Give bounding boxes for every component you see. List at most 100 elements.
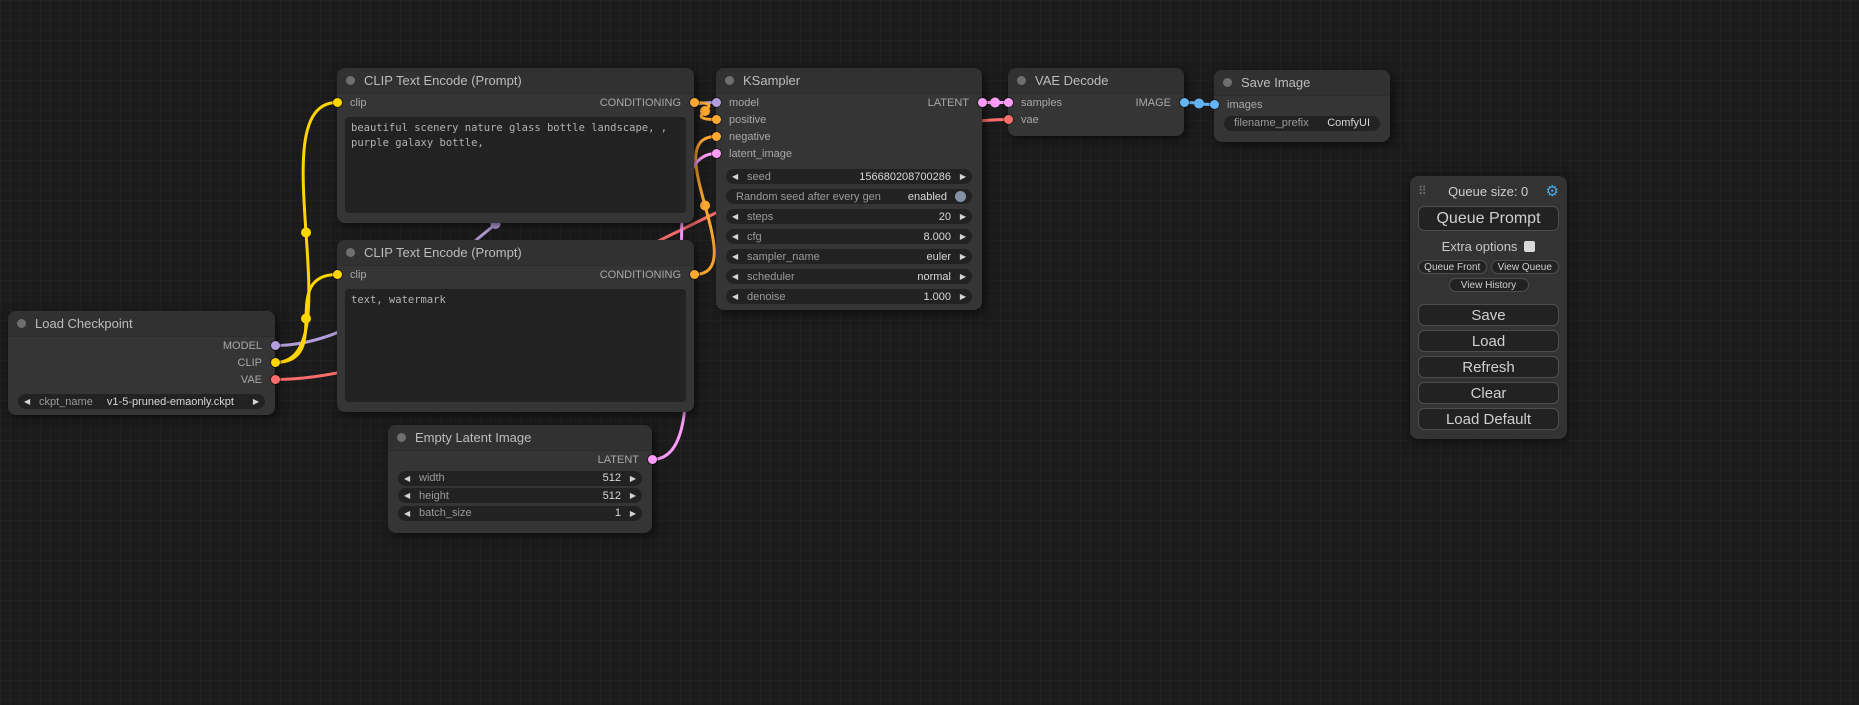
queue-prompt-button[interactable]: Queue Prompt	[1418, 206, 1559, 231]
prev-value-arrow-icon[interactable]: ◀	[732, 252, 743, 261]
next-value-arrow-icon[interactable]: ▶	[955, 212, 966, 221]
next-value-arrow-icon[interactable]: ▶	[955, 232, 966, 241]
node-title-bar[interactable]: CLIP Text Encode (Prompt)	[337, 240, 694, 266]
prev-value-arrow-icon[interactable]: ◀	[732, 172, 743, 181]
widget-filename-prefix[interactable]: filename_prefix ComfyUI	[1224, 116, 1380, 131]
input-row: vae	[1008, 111, 1184, 128]
widget-height[interactable]: ◀ height 512 ▶	[398, 488, 642, 503]
widget-sampler-name[interactable]: ◀ sampler_name euler ▶	[726, 249, 972, 264]
collapse-dot-icon[interactable]	[346, 76, 355, 85]
widget-scheduler[interactable]: ◀ scheduler normal ▶	[726, 269, 972, 284]
node-title-bar[interactable]: VAE Decode	[1008, 68, 1184, 94]
collapse-dot-icon[interactable]	[346, 248, 355, 257]
load-checkpoint-model-output-port[interactable]	[271, 341, 280, 350]
prev-value-arrow-icon[interactable]: ◀	[732, 292, 743, 301]
latent-output-port[interactable]	[978, 98, 987, 107]
negative-prompt-textarea[interactable]: text, watermark	[345, 289, 686, 402]
prev-value-arrow-icon[interactable]: ◀	[404, 491, 415, 500]
next-value-arrow-icon[interactable]: ▶	[248, 397, 259, 406]
vae-input-port[interactable]	[1004, 115, 1013, 124]
collapse-dot-icon[interactable]	[397, 433, 406, 442]
next-value-arrow-icon[interactable]: ▶	[955, 292, 966, 301]
node-clip-text-encode-positive[interactable]: CLIP Text Encode (Prompt) clip CONDITION…	[337, 68, 694, 223]
widget-label: cfg	[747, 231, 762, 243]
next-value-arrow-icon[interactable]: ▶	[955, 172, 966, 181]
prev-value-arrow-icon[interactable]: ◀	[404, 474, 415, 483]
prev-value-arrow-icon[interactable]: ◀	[732, 232, 743, 241]
widget-value: 20	[939, 211, 951, 223]
node-title-label: Load Checkpoint	[35, 316, 133, 331]
widget-width[interactable]: ◀ width 512 ▶	[398, 471, 642, 486]
node-title-bar[interactable]: Save Image	[1214, 70, 1390, 96]
node-graph-canvas[interactable]: Load Checkpoint MODEL CLIP VAE ◀ ckpt_na…	[0, 0, 1859, 705]
latent-output-port[interactable]	[648, 455, 657, 464]
node-empty-latent-image[interactable]: Empty Latent Image LATENT ◀ width 512 ▶ …	[388, 425, 652, 533]
widget-denoise[interactable]: ◀ denoise 1.000 ▶	[726, 289, 972, 304]
node-title-bar[interactable]: Empty Latent Image	[388, 425, 652, 451]
queue-front-button[interactable]: Queue Front	[1418, 260, 1487, 274]
load-button[interactable]: Load	[1418, 330, 1559, 352]
output-row: LATENT	[388, 451, 652, 468]
collapse-dot-icon[interactable]	[1017, 76, 1026, 85]
node-clip-text-encode-negative[interactable]: CLIP Text Encode (Prompt) clip CONDITION…	[337, 240, 694, 412]
prev-value-arrow-icon[interactable]: ◀	[24, 397, 35, 406]
node-title-label: VAE Decode	[1035, 73, 1108, 88]
node-vae-decode[interactable]: VAE Decode samples IMAGE vae	[1008, 68, 1184, 136]
refresh-button[interactable]: Refresh	[1418, 356, 1559, 378]
node-title-bar[interactable]: Load Checkpoint	[8, 311, 275, 337]
node-title-bar[interactable]: CLIP Text Encode (Prompt)	[337, 68, 694, 94]
node-load-checkpoint[interactable]: Load Checkpoint MODEL CLIP VAE ◀ ckpt_na…	[8, 311, 275, 415]
negative-input-port[interactable]	[712, 132, 721, 141]
input-label-clip: clip	[350, 269, 367, 281]
widget-batch-size[interactable]: ◀ batch_size 1 ▶	[398, 506, 642, 521]
settings-gear-icon[interactable]: ⚙	[1546, 182, 1559, 200]
node-ksampler[interactable]: KSampler model LATENT positive negative …	[716, 68, 982, 310]
next-value-arrow-icon[interactable]: ▶	[955, 252, 966, 261]
view-queue-button[interactable]: View Queue	[1491, 260, 1560, 274]
load-checkpoint-clip-output-port[interactable]	[271, 358, 280, 367]
prev-value-arrow-icon[interactable]: ◀	[404, 509, 415, 518]
samples-input-port[interactable]	[1004, 98, 1013, 107]
next-value-arrow-icon[interactable]: ▶	[625, 509, 636, 518]
load-default-button[interactable]: Load Default	[1418, 408, 1559, 430]
widget-seed[interactable]: ◀ seed 156680208700286 ▶	[726, 169, 972, 184]
positive-input-port[interactable]	[712, 115, 721, 124]
image-output-port[interactable]	[1180, 98, 1189, 107]
toggle-knob-icon[interactable]	[955, 191, 966, 202]
collapse-dot-icon[interactable]	[17, 319, 26, 328]
link-clip-to-negative-prompt	[275, 275, 337, 363]
extra-options-label: Extra options	[1442, 239, 1518, 254]
widget-cfg[interactable]: ◀ cfg 8.000 ▶	[726, 229, 972, 244]
save-button[interactable]: Save	[1418, 304, 1559, 326]
link-midpoint-dot	[301, 314, 311, 324]
next-value-arrow-icon[interactable]: ▶	[625, 474, 636, 483]
prev-value-arrow-icon[interactable]: ◀	[732, 212, 743, 221]
conditioning-output-port[interactable]	[690, 270, 699, 279]
extra-options-checkbox[interactable]	[1524, 241, 1535, 252]
widget-ckpt-name[interactable]: ◀ ckpt_name v1-5-pruned-emaonly.ckpt ▶	[18, 394, 265, 409]
widget-label: denoise	[747, 291, 786, 303]
collapse-dot-icon[interactable]	[725, 76, 734, 85]
node-title-bar[interactable]: KSampler	[716, 68, 982, 94]
model-input-port[interactable]	[712, 98, 721, 107]
input-label-images: images	[1227, 99, 1262, 111]
images-input-port[interactable]	[1210, 100, 1219, 109]
view-history-button[interactable]: View History	[1449, 278, 1529, 292]
widget-seed-control[interactable]: Random seed after every gen enabled	[726, 189, 972, 204]
node-save-image[interactable]: Save Image images filename_prefix ComfyU…	[1214, 70, 1390, 142]
prev-value-arrow-icon[interactable]: ◀	[732, 272, 743, 281]
widget-steps[interactable]: ◀ steps 20 ▶	[726, 209, 972, 224]
next-value-arrow-icon[interactable]: ▶	[625, 491, 636, 500]
clip-input-port[interactable]	[333, 270, 342, 279]
clear-button[interactable]: Clear	[1418, 382, 1559, 404]
next-value-arrow-icon[interactable]: ▶	[955, 272, 966, 281]
conditioning-output-port[interactable]	[690, 98, 699, 107]
clip-input-port[interactable]	[333, 98, 342, 107]
output-label-clip: CLIP	[238, 357, 262, 369]
latent-image-input-port[interactable]	[712, 149, 721, 158]
drag-handle-icon[interactable]: ⠿	[1418, 184, 1427, 198]
collapse-dot-icon[interactable]	[1223, 78, 1232, 87]
positive-prompt-textarea[interactable]: beautiful scenery nature glass bottle la…	[345, 117, 686, 213]
load-checkpoint-vae-output-port[interactable]	[271, 375, 280, 384]
queue-buttons-row: Queue Front View Queue	[1418, 260, 1559, 274]
